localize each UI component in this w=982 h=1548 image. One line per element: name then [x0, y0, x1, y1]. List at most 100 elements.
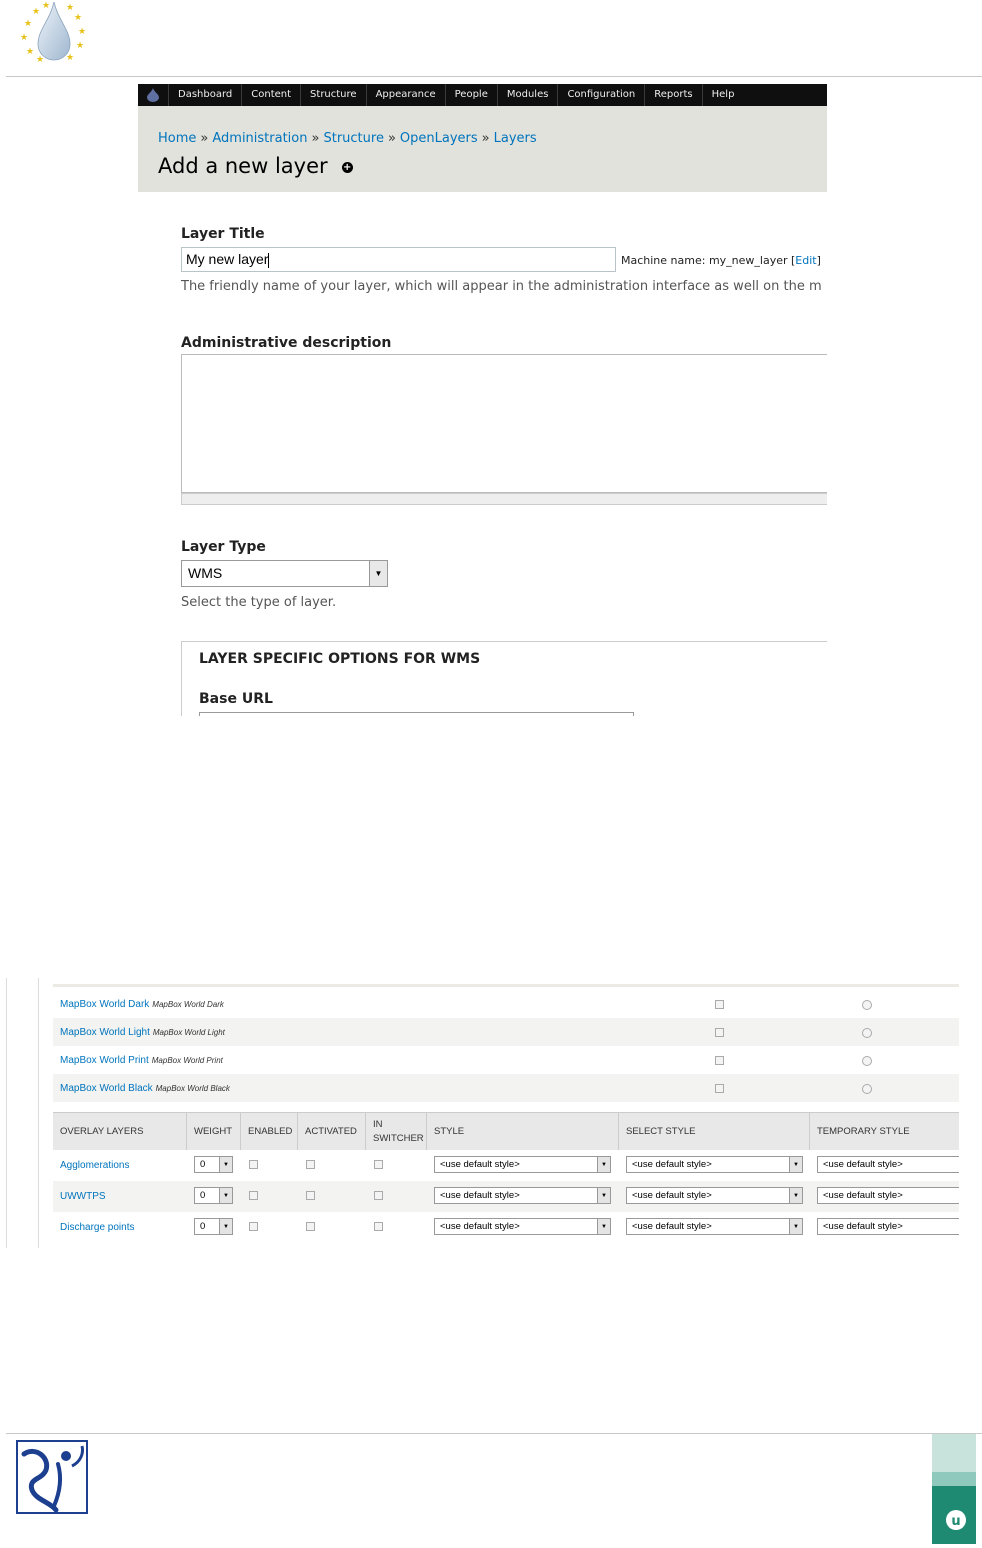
- layer-title-label: Layer Title: [181, 226, 265, 242]
- layer-title-description: The friendly name of your layer, which w…: [181, 279, 822, 294]
- layer-type-select[interactable]: WMS ▼: [181, 560, 388, 587]
- table-row: MapBox World Dark MapBox World Dark: [53, 990, 959, 1018]
- base-layer-link[interactable]: MapBox World Black: [60, 1083, 153, 1094]
- footer-divider: [6, 1433, 982, 1434]
- base-layer-checkbox[interactable]: [715, 1056, 724, 1065]
- weight-value: 0: [200, 1159, 206, 1170]
- base-layer-name: MapBox World Print MapBox World Print: [60, 1055, 223, 1066]
- col-activated: ACTIVATED: [297, 1113, 365, 1150]
- page-header: Home» Administration» Structure» OpenLayers…: [138, 106, 827, 192]
- machine-name-text: Machine name: my_new_layer [: [621, 254, 796, 267]
- breadcrumb-administration[interactable]: Administration: [212, 131, 307, 146]
- svg-text:★: ★: [20, 33, 28, 43]
- chevron-down-icon: ▼: [219, 1157, 232, 1172]
- toolbar-dashboard[interactable]: Dashboard: [168, 84, 241, 106]
- base-layer-radio[interactable]: [862, 1084, 872, 1094]
- base-layer-sub: MapBox World Dark: [152, 1000, 224, 1009]
- activated-checkbox[interactable]: [306, 1191, 315, 1200]
- base-layer-checkbox[interactable]: [715, 1000, 724, 1009]
- temporary-style-select[interactable]: <use default style>: [817, 1187, 959, 1204]
- svg-text:★: ★: [26, 47, 34, 57]
- breadcrumb-home[interactable]: Home: [158, 131, 196, 146]
- breadcrumb: Home» Administration» Structure» OpenLayers…: [158, 131, 537, 146]
- chevron-down-icon: ▼: [789, 1188, 802, 1203]
- overlay-layer-link[interactable]: Agglomerations: [60, 1160, 129, 1171]
- enabled-checkbox[interactable]: [249, 1222, 258, 1231]
- in-switcher-checkbox[interactable]: [374, 1160, 383, 1169]
- svg-text:★: ★: [66, 53, 74, 63]
- activated-checkbox[interactable]: [306, 1160, 315, 1169]
- base-layer-name: MapBox World Light MapBox World Light: [60, 1027, 225, 1038]
- admin-description-textarea[interactable]: [181, 354, 827, 493]
- breadcrumb-layers[interactable]: Layers: [494, 131, 537, 146]
- base-url-label: Base URL: [199, 691, 273, 707]
- temporary-style-select[interactable]: <use default style>: [817, 1218, 959, 1235]
- wms-options-legend: LAYER SPECIFIC OPTIONS FOR WMS: [199, 651, 481, 667]
- svg-text:★: ★: [74, 13, 82, 23]
- col-in-switcher-line1: IN: [373, 1118, 383, 1130]
- layer-title-value: My new layer: [186, 251, 269, 267]
- base-layer-link[interactable]: MapBox World Light: [60, 1027, 150, 1038]
- textarea-resize-grip[interactable]: [181, 493, 827, 505]
- style-value: <use default style>: [440, 1159, 520, 1170]
- svg-text:★: ★: [76, 41, 84, 51]
- select-style-select[interactable]: <use default style> ▼: [626, 1218, 803, 1235]
- weight-select[interactable]: 0 ▼: [194, 1187, 233, 1204]
- svg-text:★: ★: [36, 55, 44, 64]
- add-shortcut-icon[interactable]: +: [341, 161, 353, 173]
- chevron-down-icon: ▼: [597, 1219, 610, 1234]
- drupal-icon[interactable]: [138, 84, 168, 106]
- breadcrumb-openlayers[interactable]: OpenLayers: [400, 131, 478, 146]
- base-layer-radio[interactable]: [862, 1028, 872, 1038]
- chevron-down-icon: ▼: [219, 1188, 232, 1203]
- toolbar-content[interactable]: Content: [241, 84, 300, 106]
- toolbar-structure[interactable]: Structure: [300, 84, 366, 106]
- machine-name-edit-link[interactable]: Edit: [795, 254, 816, 267]
- svg-text:★: ★: [24, 19, 32, 29]
- layer-type-value: WMS: [188, 565, 223, 581]
- temporary-style-select[interactable]: <use default style>: [817, 1156, 959, 1173]
- header-logo: ★ ★ ★ ★ ★ ★ ★ ★ ★ ★ ★: [14, 0, 94, 65]
- admin-toolbar: Dashboard Content Structure Appearance P…: [138, 84, 827, 106]
- base-layer-radio[interactable]: [862, 1056, 872, 1066]
- table-row: Agglomerations 0 ▼ <use default style> ▼ <…: [53, 1150, 959, 1181]
- style-select[interactable]: <use default style> ▼: [434, 1218, 611, 1235]
- base-layer-name: MapBox World Dark MapBox World Dark: [60, 999, 224, 1010]
- base-layer-checkbox[interactable]: [715, 1028, 724, 1037]
- style-select[interactable]: <use default style> ▼: [434, 1156, 611, 1173]
- overlay-layer-link[interactable]: UWWTPS: [60, 1191, 106, 1202]
- chevron-down-icon: ▼: [369, 561, 387, 586]
- select-style-select[interactable]: <use default style> ▼: [626, 1187, 803, 1204]
- breadcrumb-structure[interactable]: Structure: [323, 131, 383, 146]
- in-switcher-checkbox[interactable]: [374, 1191, 383, 1200]
- base-url-input[interactable]: [199, 712, 634, 716]
- overlay-layer-link[interactable]: Discharge points: [60, 1222, 134, 1233]
- base-layer-link[interactable]: MapBox World Print: [60, 1055, 149, 1066]
- toolbar-help[interactable]: Help: [701, 84, 744, 106]
- base-layer-checkbox[interactable]: [715, 1084, 724, 1093]
- page-title: Add a new layer +: [158, 154, 353, 178]
- col-select-style: SELECT STYLE: [618, 1113, 809, 1150]
- table-row: UWWTPS 0 ▼ <use default style> ▼ <use defa…: [53, 1181, 959, 1212]
- toolbar-modules[interactable]: Modules: [496, 84, 558, 106]
- toolbar-configuration[interactable]: Configuration: [557, 84, 644, 106]
- enabled-checkbox[interactable]: [249, 1191, 258, 1200]
- machine-name-bracket: ]: [816, 254, 821, 267]
- select-style-select[interactable]: <use default style> ▼: [626, 1156, 803, 1173]
- enabled-checkbox[interactable]: [249, 1160, 258, 1169]
- base-layer-link[interactable]: MapBox World Dark: [60, 999, 149, 1010]
- in-switcher-checkbox[interactable]: [374, 1222, 383, 1231]
- chevron-down-icon: ▼: [789, 1219, 802, 1234]
- temporary-style-value: <use default style>: [823, 1190, 903, 1201]
- add-layer-screenshot: Dashboard Content Structure Appearance P…: [138, 84, 827, 716]
- toolbar-reports[interactable]: Reports: [644, 84, 701, 106]
- style-select[interactable]: <use default style> ▼: [434, 1187, 611, 1204]
- activated-checkbox[interactable]: [306, 1222, 315, 1231]
- weight-select[interactable]: 0 ▼: [194, 1156, 233, 1173]
- base-layer-radio[interactable]: [862, 1000, 872, 1010]
- weight-select[interactable]: 0 ▼: [194, 1218, 233, 1235]
- layer-title-input[interactable]: My new layer: [181, 247, 616, 272]
- toolbar-appearance[interactable]: Appearance: [365, 84, 445, 106]
- frame-border: [38, 978, 39, 1248]
- toolbar-people[interactable]: People: [444, 84, 497, 106]
